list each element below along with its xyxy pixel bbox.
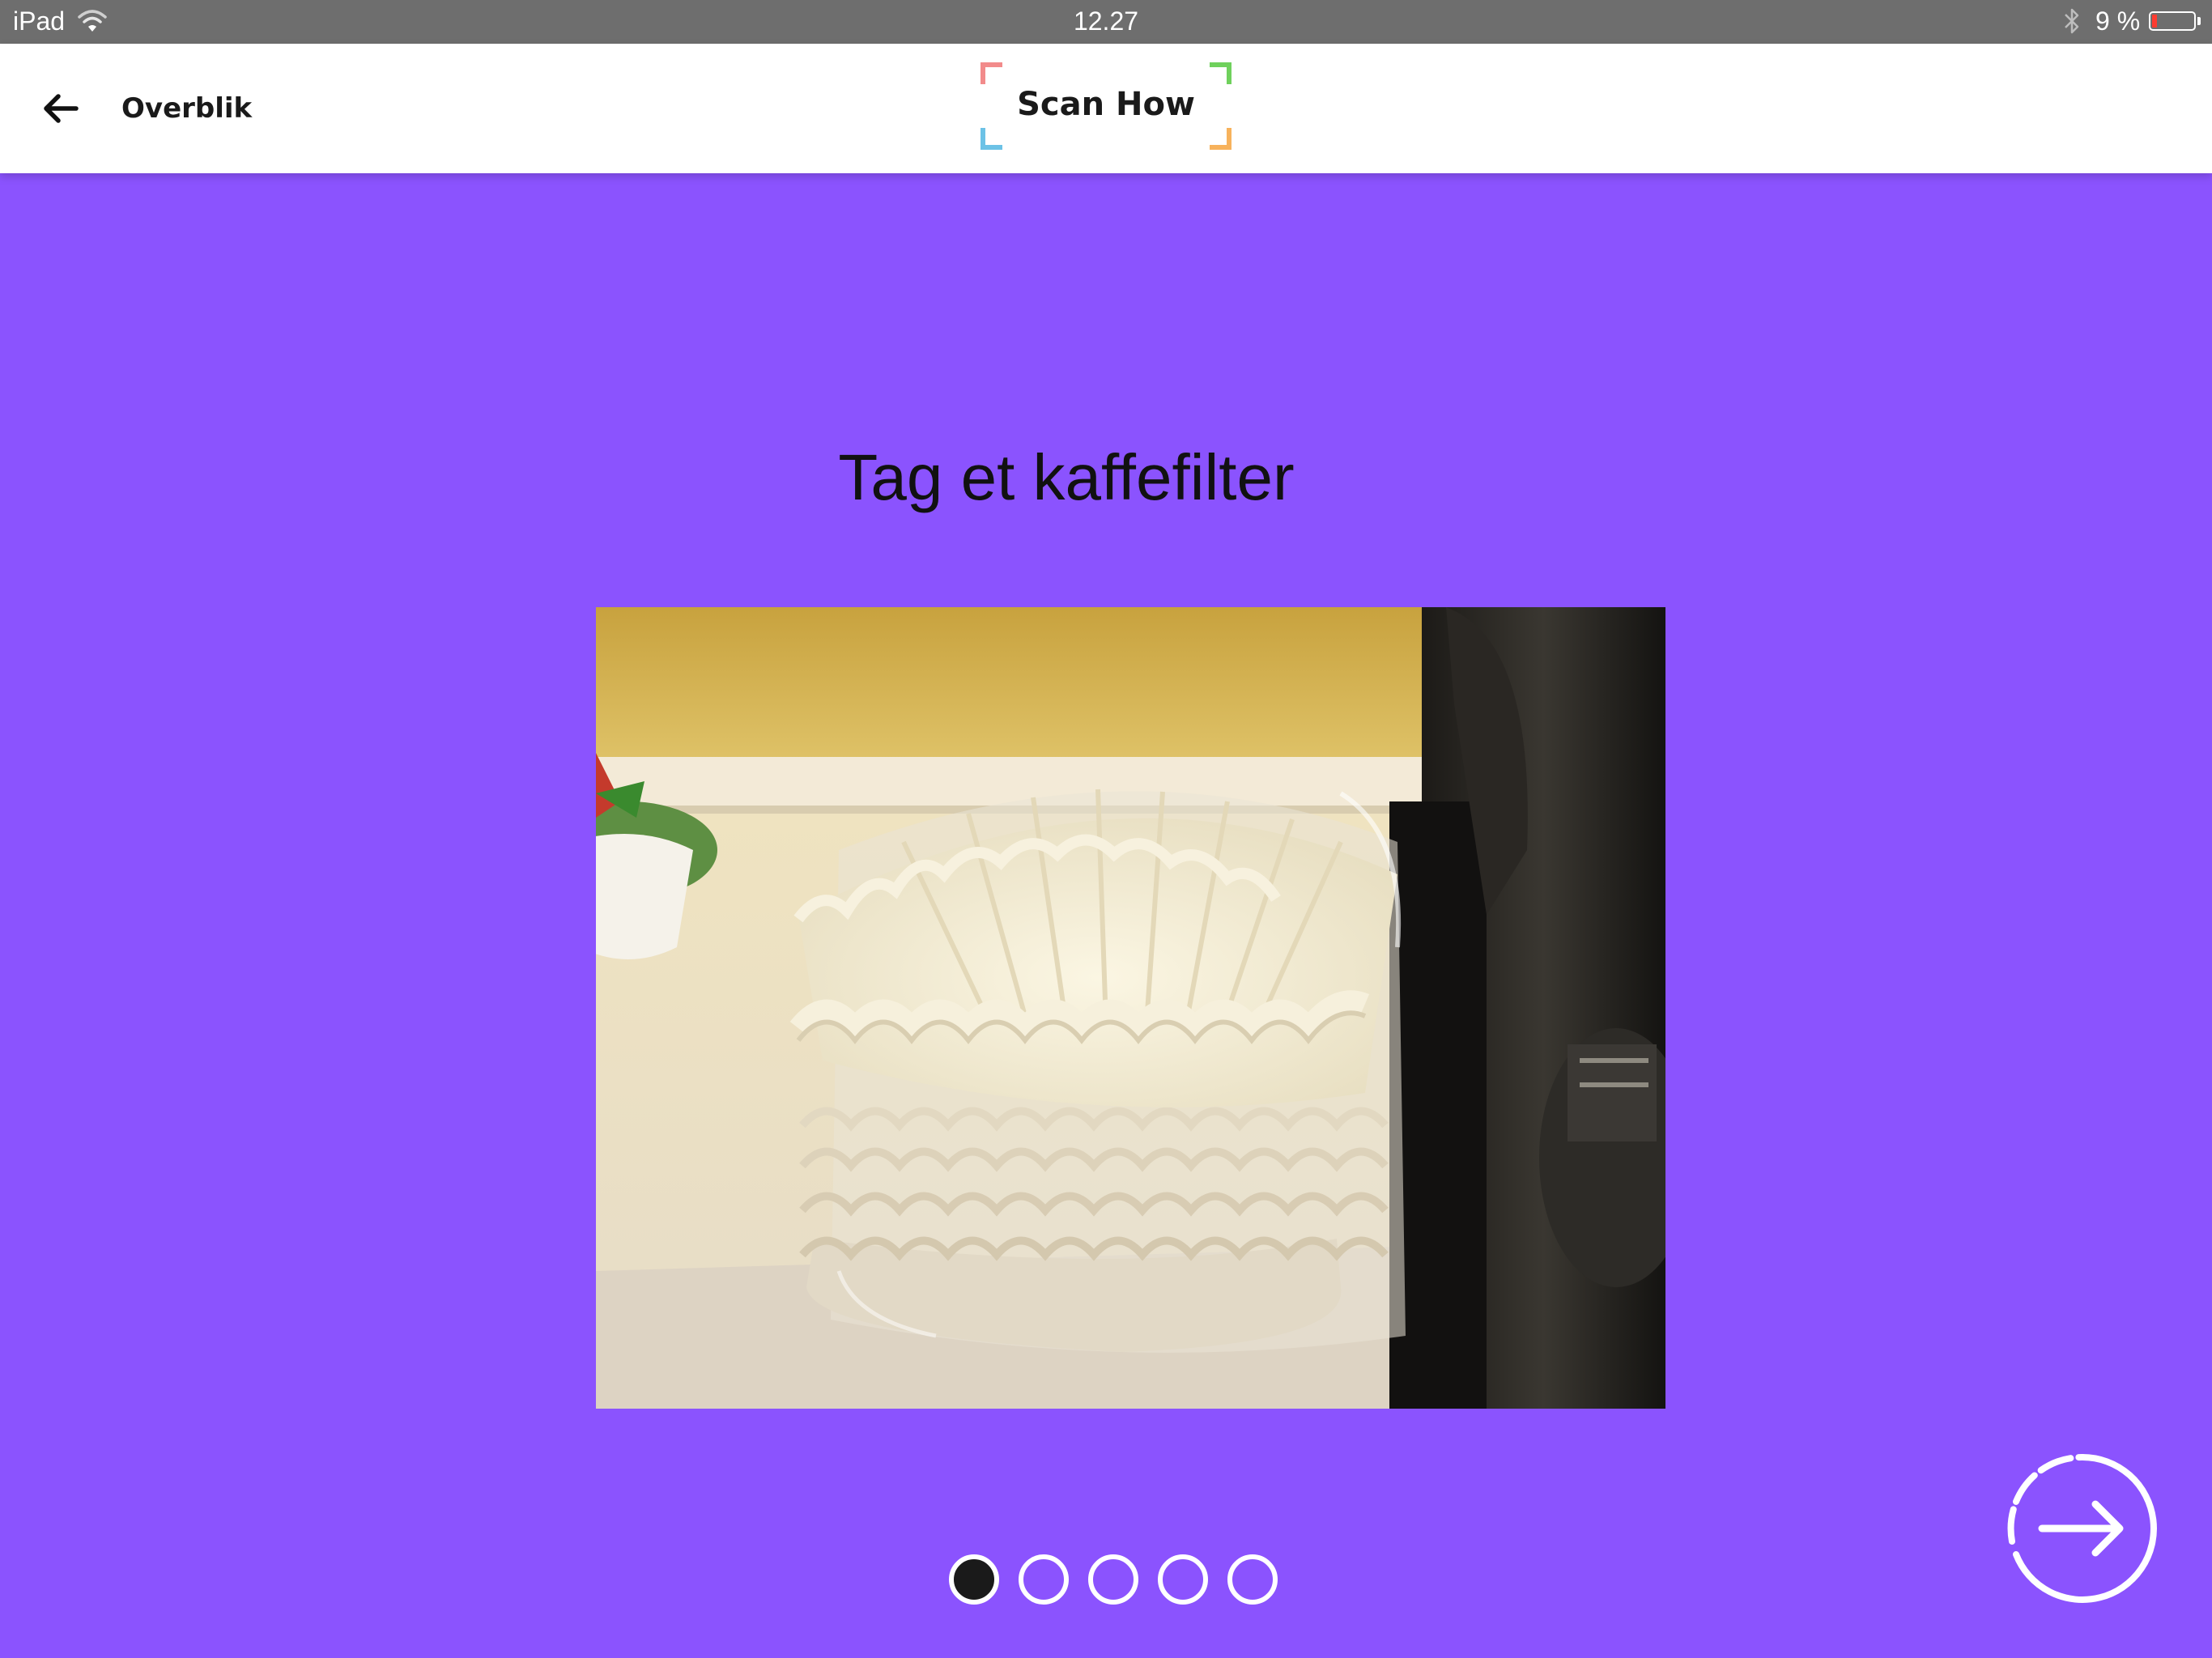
bluetooth-icon — [2065, 8, 2079, 34]
logo: Scan How — [980, 62, 1232, 151]
pager-dot[interactable] — [949, 1554, 999, 1605]
nav-header: Overblik Scan How — [0, 44, 2212, 173]
step-title: Tag et kaffefilter — [838, 441, 1295, 513]
status-bar: iPad 12.27 9 % — [0, 0, 2212, 44]
screen: iPad 12.27 9 % Overblik Scan How Tag et … — [0, 0, 2212, 1658]
arrow-right-circle-icon — [2007, 1453, 2157, 1603]
back-label: Overblik — [121, 92, 253, 125]
pager-dot[interactable] — [1088, 1554, 1138, 1605]
clock: 12.27 — [1073, 6, 1139, 36]
pager-dot[interactable] — [1019, 1554, 1069, 1605]
step-photo — [596, 607, 1665, 1409]
pager-dot[interactable] — [1227, 1554, 1278, 1605]
pager-dots — [949, 1554, 1278, 1606]
arrow-left-icon — [44, 94, 79, 123]
pager-dot[interactable] — [1158, 1554, 1208, 1605]
battery-level — [2152, 15, 2157, 28]
battery-icon — [2149, 11, 2196, 31]
back-button[interactable]: Overblik — [40, 83, 252, 134]
battery-tip — [2197, 17, 2201, 25]
step-content: Tag et kaffefilter — [0, 173, 2212, 1658]
next-button[interactable] — [2005, 1451, 2160, 1606]
battery-percentage: 9 % — [2095, 6, 2141, 36]
logo-text: Scan How — [1017, 86, 1195, 123]
step-pager — [0, 1554, 2212, 1606]
